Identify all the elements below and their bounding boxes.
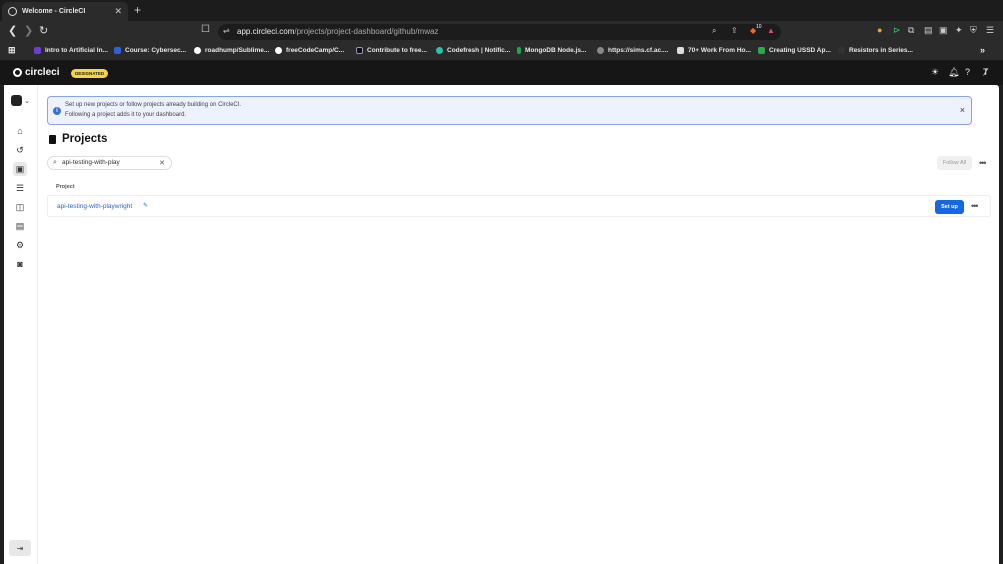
vpn-icon[interactable]: ⛨ [970, 25, 977, 36]
extension-icon[interactable]: ● [877, 25, 882, 35]
more-bookmarks-icon[interactable]: » [980, 45, 985, 55]
site-info-icon[interactable]: ⇌ [223, 26, 230, 35]
circleci-logo-icon [13, 68, 22, 77]
shield-count: 10 [756, 24, 762, 30]
github-icon [275, 47, 282, 54]
wallet-icon[interactable]: ▣ [939, 25, 948, 36]
apps-grid-icon[interactable]: ⊞ [8, 45, 16, 56]
bookmarks-bar: ⊞ Intro to Artificial In... Course: Cybe… [0, 43, 1003, 61]
menu-icon[interactable]: ☰ [986, 25, 994, 36]
sidebar: ⌄ ⌂ ↺ ▣ ☰ ◫ ▤ ⚙ ◙ ⇥ [4, 85, 38, 564]
circleci-favicon-icon [8, 7, 17, 16]
ai-course-icon [34, 47, 41, 54]
bookmark-item[interactable]: freeCodeCamp/C... [275, 47, 344, 54]
collapse-sidebar-icon[interactable]: ⇥ [9, 540, 31, 556]
column-header-project: Project [56, 184, 75, 190]
browser-tab-bar: Welcome - CircleCI ✕ + [0, 0, 1003, 21]
circleci-logo[interactable]: circleci [13, 67, 59, 78]
bookmark-item[interactable]: MongoDB Node.js... [517, 47, 586, 54]
clear-search-icon[interactable]: ✕ [159, 159, 165, 167]
extensions-icon[interactable]: ⧉ [908, 25, 914, 36]
pipelines-icon[interactable]: ↺ [13, 143, 27, 157]
project-link[interactable]: api-testing-with-playwright [57, 203, 132, 210]
course-icon [114, 47, 121, 54]
bookmark-item[interactable]: 70+ Work From Ho... [677, 47, 751, 54]
logo-text: circleci [25, 67, 60, 78]
browser-tab[interactable]: Welcome - CircleCI ✕ [2, 2, 128, 21]
bookmark-item[interactable]: Resistors in Series... [838, 47, 913, 54]
bookmark-item[interactable]: Course: Cybersec... [114, 47, 186, 54]
address-bar[interactable]: ⇌ app.circleci.com/projects/project-dash… [218, 24, 781, 40]
user-avatar-icon[interactable]: Ⱦ [983, 67, 989, 77]
bookmark-item[interactable]: Codefresh | Notific... [436, 47, 510, 54]
url-host: app.circleci.com [237, 27, 295, 36]
browser-nav-bar: ❮ ❯ ↻ ☐ ⇌ app.circleci.com/projects/proj… [0, 21, 1003, 43]
app-content: ⌄ ⌂ ↺ ▣ ☰ ◫ ▤ ⚙ ◙ ⇥ i Set up new project… [4, 85, 999, 564]
codefresh-icon [436, 47, 443, 54]
page-title: Projects [62, 133, 108, 145]
forward-icon[interactable]: ❯ [24, 24, 33, 37]
plan-icon[interactable]: ▤ [13, 219, 27, 233]
settings-gear-icon[interactable]: ⚙ [13, 238, 27, 252]
close-banner-icon[interactable]: × [960, 105, 965, 115]
bookmark-item[interactable]: Creating USSD Ap... [758, 47, 831, 54]
account-icon[interactable]: ◙ [13, 257, 27, 271]
org-selector[interactable]: ⌄ [11, 95, 30, 106]
setup-button[interactable]: Set up [935, 200, 964, 214]
search-input[interactable] [62, 159, 157, 166]
help-icon[interactable]: ? [965, 67, 970, 77]
projects-title-icon [49, 134, 56, 144]
bookmark-item[interactable]: Intro to Artificial In... [34, 47, 108, 54]
row-more-icon[interactable]: ••• [971, 201, 979, 211]
deploys-icon[interactable]: ☰ [13, 181, 27, 195]
back-icon[interactable]: ❮ [8, 24, 17, 37]
banner-line-1: Set up new projects or follow projects a… [65, 102, 242, 108]
insights-icon[interactable]: ◫ [13, 200, 27, 214]
zoom-icon[interactable]: ⌕ [712, 26, 716, 36]
banner-line-2: Following a project adds it to your dash… [65, 112, 187, 118]
chevron-down-icon: ⌄ [24, 97, 30, 105]
brave-rewards-icon[interactable]: ▲ [767, 26, 775, 35]
leo-icon[interactable]: ✦ [955, 25, 963, 36]
plan-badge: DESIGNATED [71, 69, 109, 78]
circuit-icon [838, 47, 845, 54]
reload-icon[interactable]: ↻ [39, 24, 48, 37]
home-icon[interactable]: ⌂ [13, 124, 27, 138]
bookmark-item[interactable]: https://sims.cf.ac.... [597, 47, 668, 54]
page-header: Projects [49, 133, 107, 145]
sidebar-icon[interactable]: ▤ [924, 25, 933, 36]
tab-close-icon[interactable]: ✕ [114, 6, 122, 17]
projects-icon[interactable]: ▣ [13, 162, 27, 176]
globe-icon [597, 47, 604, 54]
more-options-icon[interactable]: ••• [979, 158, 987, 168]
info-banner: i Set up new projects or follow projects… [47, 96, 972, 125]
follow-all-button[interactable]: Follow All [937, 156, 972, 170]
tab-title: Welcome - CircleCI [22, 8, 86, 15]
mongodb-icon [517, 47, 521, 54]
extension-icon[interactable]: ⊳ [893, 25, 901, 36]
bookmark-item[interactable]: roadhump/Sublime... [194, 47, 269, 54]
bookmark-item[interactable]: Contribute to free... [356, 47, 427, 54]
project-search[interactable]: ⌕ ✕ [47, 156, 172, 170]
ussd-icon [758, 47, 765, 54]
bookmark-icon[interactable]: ☐ [201, 24, 210, 35]
page-icon [677, 47, 684, 54]
freecodecamp-icon [356, 47, 363, 54]
org-avatar [11, 95, 22, 106]
url-path: /projects/project-dashboard/github/mwaz [294, 27, 439, 36]
circleci-header: circleci DESIGNATED ☀ 🔔︎ ? Ⱦ [0, 61, 1003, 85]
notifications-icon[interactable]: 🔔︎ [948, 67, 959, 78]
github-icon [194, 47, 201, 54]
edit-icon[interactable]: ✎ [143, 202, 148, 209]
new-tab-button[interactable]: + [134, 3, 141, 17]
table-row: api-testing-with-playwright ✎ Set up ••• [47, 195, 991, 217]
search-icon: ⌕ [53, 159, 57, 166]
theme-toggle-icon[interactable]: ☀ [931, 67, 939, 78]
share-icon[interactable]: ⇪ [731, 26, 738, 35]
info-icon: i [53, 107, 61, 115]
